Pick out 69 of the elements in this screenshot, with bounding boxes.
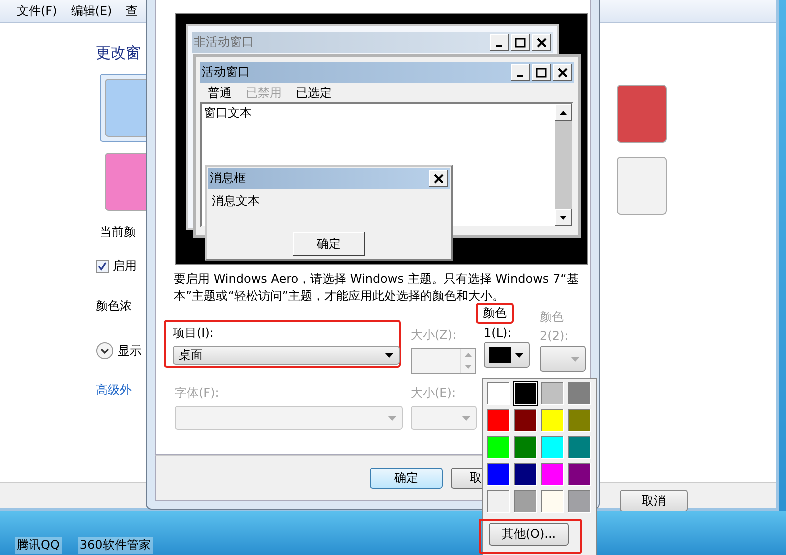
color-heading: 颜色 — [540, 309, 564, 326]
item-label: 项目(I): — [173, 325, 214, 342]
window-text: 窗口文本 — [203, 105, 253, 122]
color-swatch[interactable] — [487, 490, 510, 513]
show-mixer-label[interactable]: 显示 — [118, 342, 142, 360]
color-label: 2(2): — [540, 329, 569, 343]
color-swatch[interactable] — [541, 490, 564, 513]
close-icon — [532, 34, 551, 51]
color-swatch[interactable] — [568, 490, 591, 513]
other-colors-button[interactable]: 其他(O)... — [489, 523, 569, 546]
maximize-icon — [511, 34, 530, 51]
minimize-icon — [511, 64, 530, 81]
font-label: 字体(F): — [175, 385, 220, 402]
item-dropdown[interactable]: 桌面 — [173, 346, 400, 365]
current-color-label: 当前颜 — [100, 224, 136, 241]
page-heading: 更改窗 — [96, 44, 141, 63]
caret-icon — [388, 416, 397, 420]
color-swatch[interactable] — [487, 409, 510, 432]
size-spinner[interactable] — [411, 348, 476, 374]
spin-down-icon — [464, 365, 472, 369]
spin-up-icon — [464, 353, 472, 357]
color-label: 1(L): — [484, 326, 512, 340]
color-swatch[interactable] — [487, 382, 510, 405]
color-heading: 颜色 — [476, 303, 514, 324]
ok-button[interactable]: 确定 — [293, 232, 365, 256]
advanced-link[interactable]: 高级外 — [96, 382, 132, 399]
intensity-label: 颜色浓 — [96, 298, 132, 315]
color-swatch[interactable] — [487, 463, 510, 486]
ok-button[interactable]: 确定 — [370, 468, 443, 488]
color-swatch[interactable] — [514, 463, 537, 486]
color-swatch[interactable] — [568, 436, 591, 459]
color-swatch[interactable] — [514, 436, 537, 459]
caret-icon — [515, 352, 524, 358]
caret-icon — [385, 353, 394, 358]
cancel-button[interactable]: 取消 — [620, 490, 688, 512]
checkbox-label: 启用 — [113, 258, 137, 275]
window-title: 活动窗口 — [202, 64, 250, 81]
color-swatch[interactable] — [487, 436, 510, 459]
taskbar-item[interactable]: 360软件管家 — [78, 537, 153, 554]
caret-icon — [462, 416, 471, 420]
checkbox[interactable] — [96, 260, 109, 273]
menu-item[interactable]: 查 — [119, 2, 146, 20]
chevron-down-icon[interactable] — [96, 342, 114, 360]
close-icon — [553, 64, 572, 81]
menu-item[interactable]: 文件(F) — [10, 2, 64, 20]
taskbar-item[interactable]: 腾讯QQ — [15, 537, 62, 554]
preview-menu-item: 已禁用 — [246, 85, 282, 100]
color-picker-button[interactable] — [540, 346, 586, 372]
color-swatch[interactable] — [514, 490, 537, 513]
color-swatch[interactable] — [541, 409, 564, 432]
color-swatch[interactable] — [568, 463, 591, 486]
close-icon — [429, 170, 448, 187]
color-swatch[interactable] — [541, 436, 564, 459]
maximize-icon — [532, 64, 551, 81]
size-label: 大小(Z): — [411, 327, 457, 344]
color-swatch[interactable] — [541, 382, 564, 405]
font-size-label: 大小(E): — [411, 385, 456, 402]
message-text: 消息文本 — [211, 193, 261, 210]
aero-note: 要启用 Windows Aero，请选择 Windows 主题。只有选择 Windows 7“基本”主题或“轻松访问”主题，才能应用此处选择的颜色和大小。 — [174, 271, 580, 305]
minimize-icon — [490, 34, 509, 51]
caret-icon — [571, 356, 580, 362]
color-swatch[interactable] — [568, 382, 591, 405]
menu-item[interactable]: 编辑(E) — [64, 2, 120, 20]
color-swatch[interactable] — [541, 463, 564, 486]
color-swatch[interactable] — [568, 409, 591, 432]
color-picker-button[interactable] — [484, 342, 530, 368]
message-box-title: 消息框 — [210, 170, 246, 187]
color-swatch[interactable] — [514, 409, 537, 432]
window-title: 非活动窗口 — [194, 34, 254, 51]
